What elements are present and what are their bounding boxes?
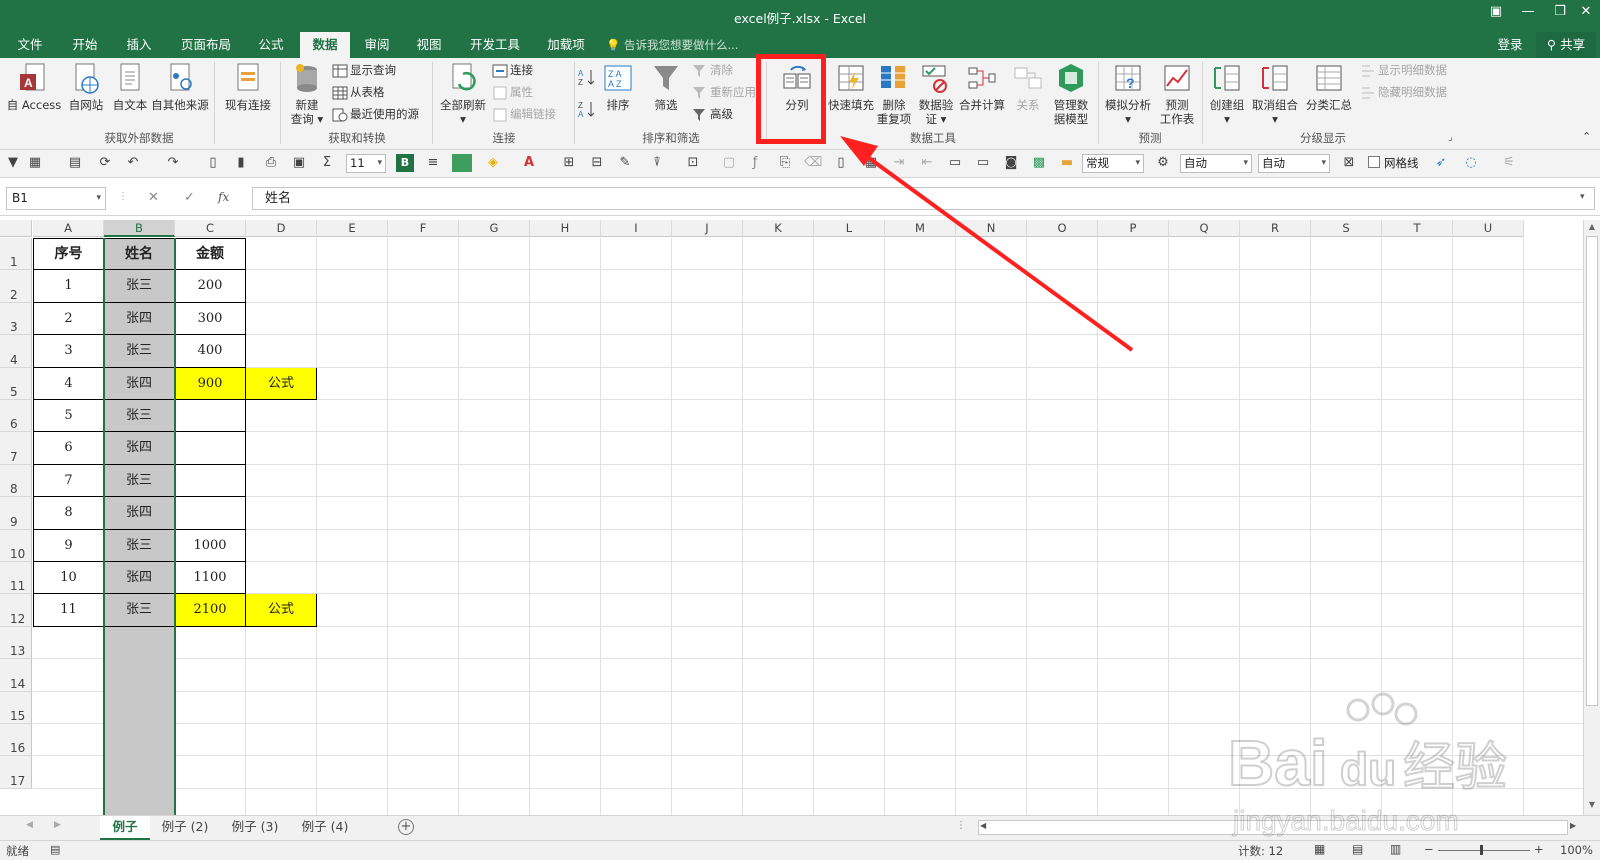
watermark-logo: Bai du 经验 jingyan.baidu.com	[1227, 690, 1528, 850]
watermark-url: jingyan.baidu.com	[1232, 805, 1459, 836]
paw-icon: Bai du 经验 jingyan.baidu.com	[1227, 692, 1508, 837]
watermark-brand: Bai	[1228, 727, 1328, 799]
watermark-brand2: du	[1340, 743, 1396, 795]
watermark-cn: 经验	[1403, 738, 1507, 798]
